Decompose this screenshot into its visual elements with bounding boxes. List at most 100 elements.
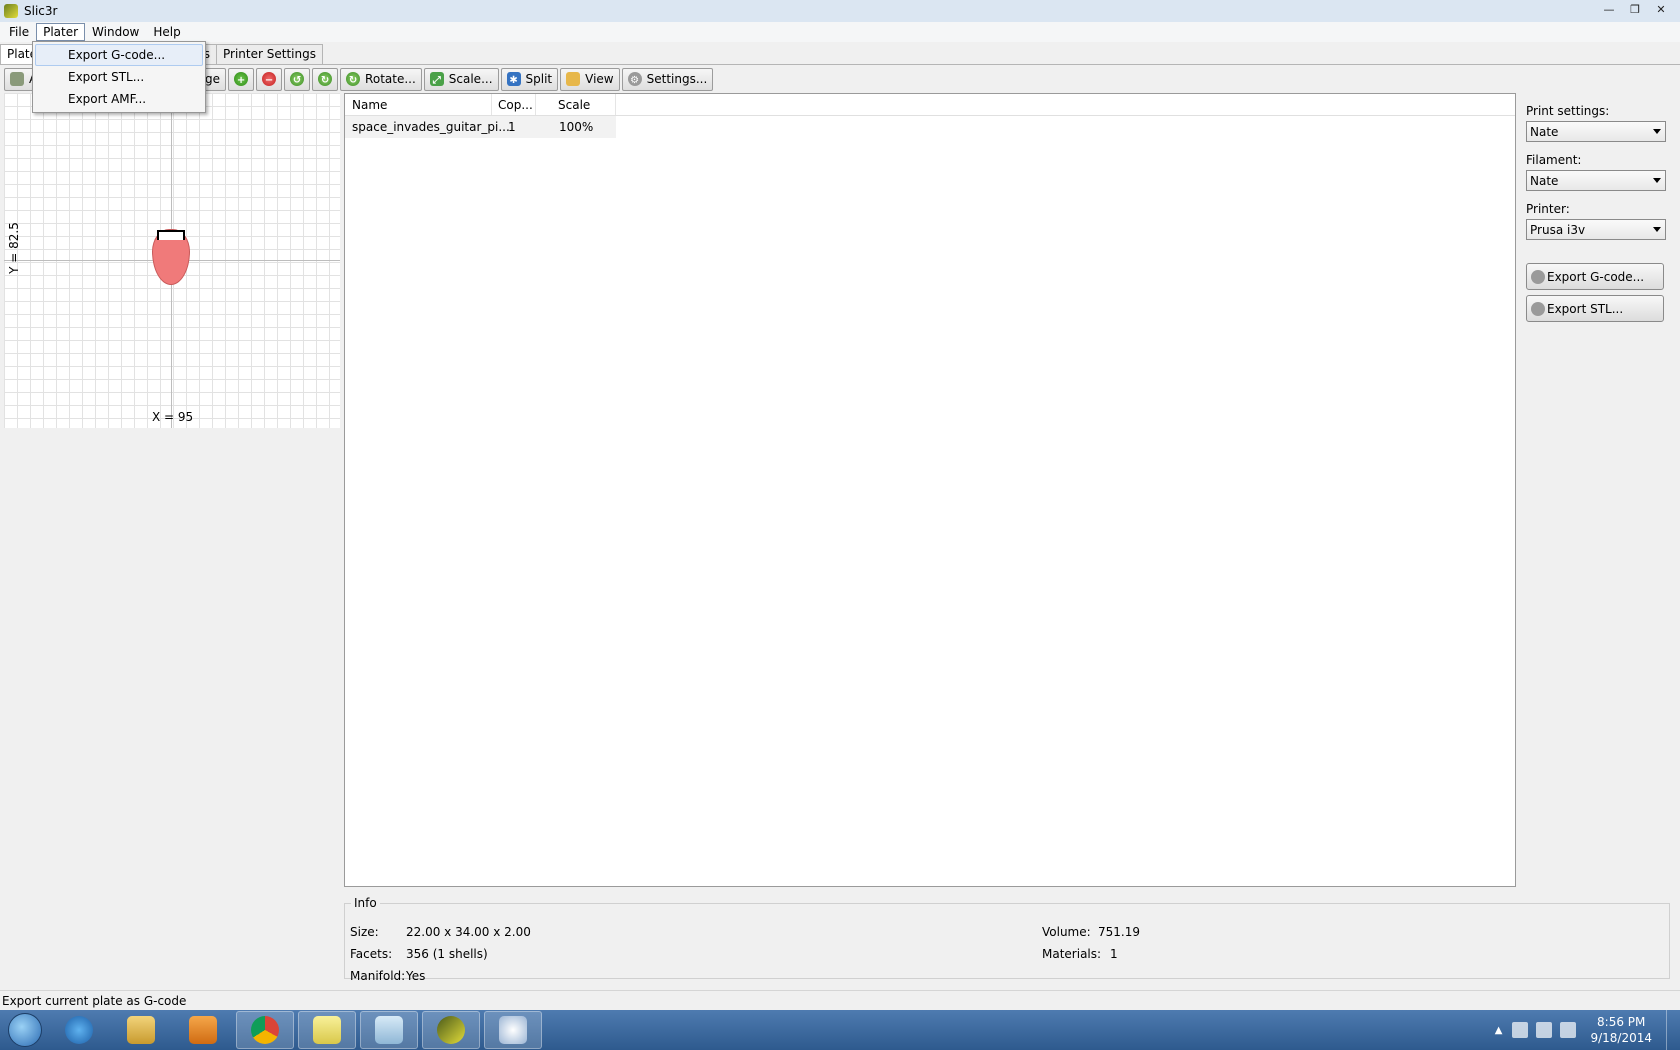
split-button-label: Split — [525, 72, 553, 86]
column-header-scale[interactable]: Scale — [536, 94, 616, 115]
taskbar-internet-explorer[interactable] — [50, 1011, 108, 1049]
slic3r-icon — [437, 1016, 465, 1044]
export-gcode-label: Export G-code... — [1547, 269, 1645, 284]
scale-button[interactable]: ⤢ Scale... — [423, 67, 499, 91]
filament-select[interactable]: Nate — [1526, 170, 1666, 191]
object-name: space_invades_guitar_pi... — [352, 120, 510, 134]
rotate-button[interactable]: ↻ Rotate... — [340, 67, 422, 91]
volume-label: Volume: — [1042, 925, 1091, 939]
size-value: 22.00 x 34.00 x 2.00 — [406, 925, 531, 939]
minus-icon: − — [262, 72, 277, 86]
menu-export-stl[interactable]: Export STL... — [35, 66, 203, 88]
info-legend: Info — [351, 896, 380, 910]
gear-icon: ⚙ — [627, 72, 642, 86]
rotate-right-button[interactable]: ↻ — [312, 67, 339, 91]
restore-button[interactable]: ❐ — [1622, 0, 1648, 18]
menu-bar: File Plater Window Help — [0, 22, 1680, 42]
taskbar-sticky-notes[interactable] — [298, 1011, 356, 1049]
split-icon: ✱ — [506, 72, 521, 86]
menu-file[interactable]: File — [2, 23, 36, 41]
info-manifold-row: Manifold: Yes — [350, 969, 425, 983]
view-button[interactable]: View — [560, 67, 620, 91]
print-settings-select[interactable]: Nate — [1526, 121, 1666, 142]
file-explorer-icon — [127, 1016, 155, 1044]
taskbar-paint[interactable] — [484, 1011, 542, 1049]
flag-icon[interactable] — [1512, 1022, 1529, 1038]
facets-label: Facets: — [350, 947, 393, 961]
chevron-down-icon — [1653, 178, 1661, 183]
right-panel: Print settings: Nate Filament: Nate Prin… — [1526, 100, 1668, 327]
taskbar: ▲ 8:56 PM 9/18/2014 — [0, 1010, 1680, 1050]
show-desktop-button[interactable] — [1666, 1010, 1680, 1050]
settings-button-label: Settings... — [646, 72, 708, 86]
table-row[interactable]: space_invades_guitar_pi... 1 100% — [345, 116, 616, 138]
view-icon — [566, 72, 581, 86]
menu-plater[interactable]: Plater — [36, 23, 86, 41]
settings-button[interactable]: ⚙ Settings... — [621, 67, 714, 91]
tab-divider — [0, 64, 1680, 65]
manifold-label: Manifold: — [350, 969, 406, 983]
clock[interactable]: 8:56 PM 9/18/2014 — [1590, 1014, 1652, 1046]
volume-muted-icon[interactable] — [1560, 1022, 1577, 1038]
column-header-copies[interactable]: Cop... — [492, 94, 536, 115]
network-icon[interactable] — [1536, 1022, 1553, 1038]
plater-canvas[interactable]: X = 95 Y = 82.5 — [4, 93, 340, 428]
system-tray: ▲ 8:56 PM 9/18/2014 — [1495, 1010, 1680, 1050]
taskbar-file-explorer[interactable] — [112, 1011, 170, 1049]
printer-select[interactable]: Prusa i3v — [1526, 219, 1666, 240]
y-coordinate-label: Y = 82.5 — [7, 222, 21, 274]
close-button[interactable]: ✕ — [1648, 0, 1674, 18]
menu-export-gcode[interactable]: Export G-code... — [35, 44, 203, 66]
rotate-left-button[interactable]: ↺ — [284, 67, 311, 91]
minimize-button[interactable]: — — [1596, 0, 1622, 18]
print-settings-label: Print settings: — [1526, 104, 1610, 118]
sticky-notes-icon — [313, 1016, 341, 1044]
object-scale: 100% — [559, 120, 594, 134]
info-panel: Info Size: 22.00 x 34.00 x 2.00 Facets: … — [344, 896, 1670, 983]
scale-icon: ⤢ — [429, 72, 444, 86]
title-bar: Slic3r — ❐ ✕ — [0, 0, 1680, 22]
media-player-icon — [189, 1016, 217, 1044]
slic3r-app-icon — [4, 4, 18, 18]
paint-icon — [499, 1016, 527, 1044]
info-volume-row: Volume: 751.19 — [1042, 925, 1140, 939]
object-copies: 1 — [508, 120, 516, 134]
export-gcode-button[interactable]: Export G-code... — [1526, 263, 1664, 290]
menu-help[interactable]: Help — [146, 23, 187, 41]
materials-label: Materials: — [1042, 947, 1102, 961]
list-header: Name Cop... Scale — [345, 94, 1515, 116]
column-header-name[interactable]: Name — [345, 94, 492, 115]
x-coordinate-label: X = 95 — [152, 410, 194, 424]
export-stl-label: Export STL... — [1547, 301, 1624, 316]
start-button[interactable] — [0, 1010, 50, 1050]
chevron-down-icon — [1653, 227, 1661, 232]
clock-date: 9/18/2014 — [1590, 1031, 1652, 1045]
tab-printer-settings[interactable]: Printer Settings — [216, 44, 323, 65]
more-copies-button[interactable]: + — [228, 67, 255, 91]
taskbar-slic3r[interactable] — [422, 1011, 480, 1049]
internet-explorer-icon — [65, 1016, 93, 1044]
taskbar-media-player[interactable] — [174, 1011, 232, 1049]
export-stl-button[interactable]: Export STL... — [1526, 295, 1664, 322]
menu-export-amf[interactable]: Export AMF... — [35, 88, 203, 110]
fewer-copies-button[interactable]: − — [256, 67, 283, 91]
tray-expand-icon[interactable]: ▲ — [1495, 1025, 1503, 1036]
filament-label: Filament: — [1526, 153, 1582, 167]
chevron-down-icon — [1653, 129, 1661, 134]
taskbar-chrome[interactable] — [236, 1011, 294, 1049]
rotate-cw-icon: ↻ — [318, 72, 333, 86]
volume-value: 751.19 — [1098, 925, 1140, 939]
status-bar: Export current plate as G-code — [0, 990, 1680, 1010]
object-list[interactable]: Name Cop... Scale space_invades_guitar_p… — [344, 93, 1516, 887]
filament-value: Nate — [1530, 173, 1559, 188]
scale-button-label: Scale... — [448, 72, 493, 86]
info-materials-row: Materials: 1 — [1042, 947, 1118, 961]
taskbar-notepad[interactable] — [360, 1011, 418, 1049]
rotate-button-label: Rotate... — [365, 72, 416, 86]
split-button[interactable]: ✱ Split — [500, 67, 559, 91]
menu-window[interactable]: Window — [85, 23, 146, 41]
info-facets-row: Facets: 356 (1 shells) — [350, 947, 488, 961]
manifold-value: Yes — [406, 969, 426, 983]
window-controls: — ❐ ✕ — [1596, 0, 1674, 18]
size-label: Size: — [350, 925, 379, 939]
